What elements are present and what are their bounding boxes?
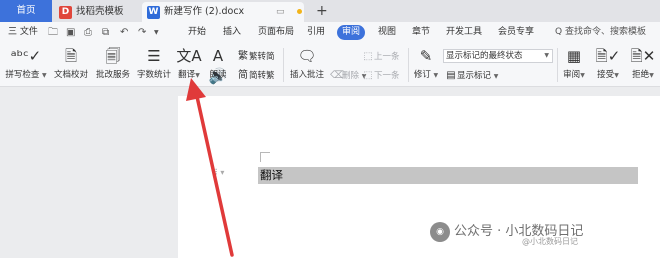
- batch-edit-icon: 🗐: [105, 47, 121, 65]
- insert-comment-button[interactable]: 🗨 插入批注: [287, 42, 327, 81]
- read-aloud-button[interactable]: A🔊 朗读: [205, 42, 231, 85]
- spellcheck-icon: ᵃᵇᶜ✓: [10, 47, 42, 65]
- menu-member[interactable]: 会员专享: [498, 25, 534, 40]
- show-markup-label: 显示标记: [457, 71, 492, 81]
- redo-icon[interactable]: ↷: [138, 25, 146, 40]
- accept-icon: 🗎✓: [595, 47, 621, 65]
- batch-edit-button[interactable]: 🗐 批改服务: [94, 42, 132, 81]
- doc-proof-icon: 🗎: [64, 47, 78, 65]
- display-state-select[interactable]: 显示标记的最终状态 ▼: [443, 49, 553, 63]
- paragraph-handle-icon[interactable]: ⠿ ▾: [212, 168, 224, 177]
- ribbon-divider: [408, 48, 409, 82]
- menu-references[interactable]: 引用: [307, 25, 325, 40]
- accept-button[interactable]: 🗎✓ 接受▼: [594, 42, 622, 81]
- word-count-label: 字数统计: [136, 70, 171, 80]
- next-label: 下一条: [374, 71, 400, 81]
- delete-comment-icon: ⌫: [330, 70, 345, 81]
- watermark-sub: @小北数码日记: [522, 237, 578, 246]
- spellcheck-button[interactable]: ᵃᵇᶜ✓ 拼写检查 ▼: [4, 42, 48, 81]
- open-folder-icon[interactable]: 🗀: [48, 25, 58, 40]
- text-selection: [258, 167, 638, 184]
- word-count-icon: ☰: [147, 47, 161, 65]
- ribbon-divider: [283, 48, 284, 82]
- read-aloud-icon: A🔊: [208, 47, 228, 85]
- spellcheck-label: 拼写检查: [5, 70, 40, 80]
- ribbon-divider: [557, 48, 558, 82]
- command-search[interactable]: Q 查找命令、搜索模板: [555, 25, 660, 40]
- tab-home[interactable]: 首页: [0, 0, 52, 22]
- tab-template-label: 找稻壳模板: [76, 6, 124, 17]
- translate-icon: 文A: [176, 47, 202, 65]
- document-page[interactable]: ⠿ ▾ 翻译: [178, 96, 660, 258]
- menu-view[interactable]: 视图: [378, 25, 396, 40]
- simp-to-trad-button[interactable]: 简简转繁: [237, 69, 275, 83]
- review-pane-icon: ▦: [566, 47, 582, 65]
- title-tab-bar: 首页 D 找稻壳模板 W 新建写作 (2).docx ▭ +: [0, 0, 660, 22]
- doc-proof-label: 文档校对: [53, 70, 88, 80]
- show-markup-button[interactable]: ▤显示标记 ▼: [445, 69, 498, 83]
- trad-conv-icon: 繁: [238, 51, 248, 62]
- tab-screen-icon[interactable]: ▭: [276, 2, 285, 22]
- prev-comment-button[interactable]: ⬚上一条: [362, 50, 400, 64]
- batch-edit-label: 批改服务: [95, 70, 130, 80]
- delete-comment-button[interactable]: ⌫删除 ▼: [330, 69, 366, 83]
- show-markup-icon: ▤: [446, 70, 456, 81]
- word-count-button[interactable]: ☰ 字数统计: [135, 42, 173, 81]
- review-pane-button[interactable]: ▦ 审阅▼: [560, 42, 588, 81]
- chevron-down-icon: ▼: [544, 52, 549, 59]
- comment-icon: 🗨: [297, 47, 317, 65]
- doc-proof-button[interactable]: 🗎 文档校对: [52, 42, 90, 81]
- menu-bar: 三 文件 🗀 ▣ ⎙ ⧉ ↶ ↷ ▼ 开始 插入 页面布局 引用 审阅 视图 章…: [0, 22, 660, 42]
- save-icon[interactable]: ▣: [66, 25, 75, 40]
- simp-conv-label: 简转繁: [249, 71, 275, 81]
- trad-to-simp-button[interactable]: 繁繁转简: [237, 50, 275, 64]
- delete-label: 删除: [342, 71, 360, 81]
- margin-corner-mark: [260, 152, 270, 153]
- menu-developer[interactable]: 开发工具: [446, 25, 482, 40]
- tab-document-label: 新建写作 (2).docx: [164, 6, 245, 17]
- reject-icon: 🗎✕: [630, 47, 656, 65]
- word-doc-icon: W: [147, 6, 160, 19]
- document-text[interactable]: 翻译: [260, 168, 283, 183]
- menu-review[interactable]: 审阅: [337, 25, 366, 40]
- insert-comment-label: 插入批注: [289, 70, 324, 80]
- review-label: 审阅: [563, 70, 581, 80]
- more-chevron-icon[interactable]: ▼: [154, 25, 159, 40]
- track-changes-icon: ✎: [419, 47, 433, 65]
- reject-button[interactable]: 🗎✕ 拒绝▼: [628, 42, 658, 81]
- menu-insert[interactable]: 插入: [223, 25, 241, 40]
- tab-template[interactable]: D 找稻壳模板: [54, 2, 142, 22]
- unsaved-dot-icon: [297, 9, 302, 14]
- margin-corner-mark: [260, 152, 261, 162]
- wechat-logo-icon: ◉: [430, 221, 450, 242]
- file-menu[interactable]: 三 文件: [8, 25, 38, 40]
- prev-comment-icon: ⬚: [363, 51, 373, 62]
- next-comment-icon: ⬚: [363, 70, 373, 81]
- print-icon[interactable]: ⎙: [84, 25, 92, 40]
- review-ribbon: ᵃᵇᶜ✓ 拼写检查 ▼ 🗎 文档校对 🗐 批改服务 ☰ 字数统计 文A 翻译▼ …: [0, 42, 660, 87]
- new-tab-button[interactable]: +: [316, 0, 328, 22]
- track-changes-button[interactable]: ✎ 修订 ▼: [410, 42, 442, 81]
- undo-icon[interactable]: ↶: [120, 25, 128, 40]
- translate-label: 翻译: [178, 70, 196, 80]
- prev-label: 上一条: [374, 52, 400, 62]
- menu-page-layout[interactable]: 页面布局: [258, 25, 294, 40]
- menu-start[interactable]: 开始: [188, 25, 206, 40]
- track-changes-label: 修订: [413, 70, 431, 80]
- trad-conv-label: 繁转简: [249, 52, 275, 62]
- preview-icon[interactable]: ⧉: [102, 25, 109, 40]
- accept-label: 接受: [597, 70, 615, 80]
- next-comment-button[interactable]: ⬚下一条: [362, 69, 400, 83]
- docer-icon: D: [59, 6, 72, 19]
- display-state-value: 显示标记的最终状态: [446, 51, 523, 61]
- simp-conv-icon: 简: [238, 70, 248, 81]
- menu-chapter[interactable]: 章节: [412, 25, 430, 40]
- reject-label: 拒绝: [632, 70, 650, 80]
- translate-button[interactable]: 文A 翻译▼: [175, 42, 203, 81]
